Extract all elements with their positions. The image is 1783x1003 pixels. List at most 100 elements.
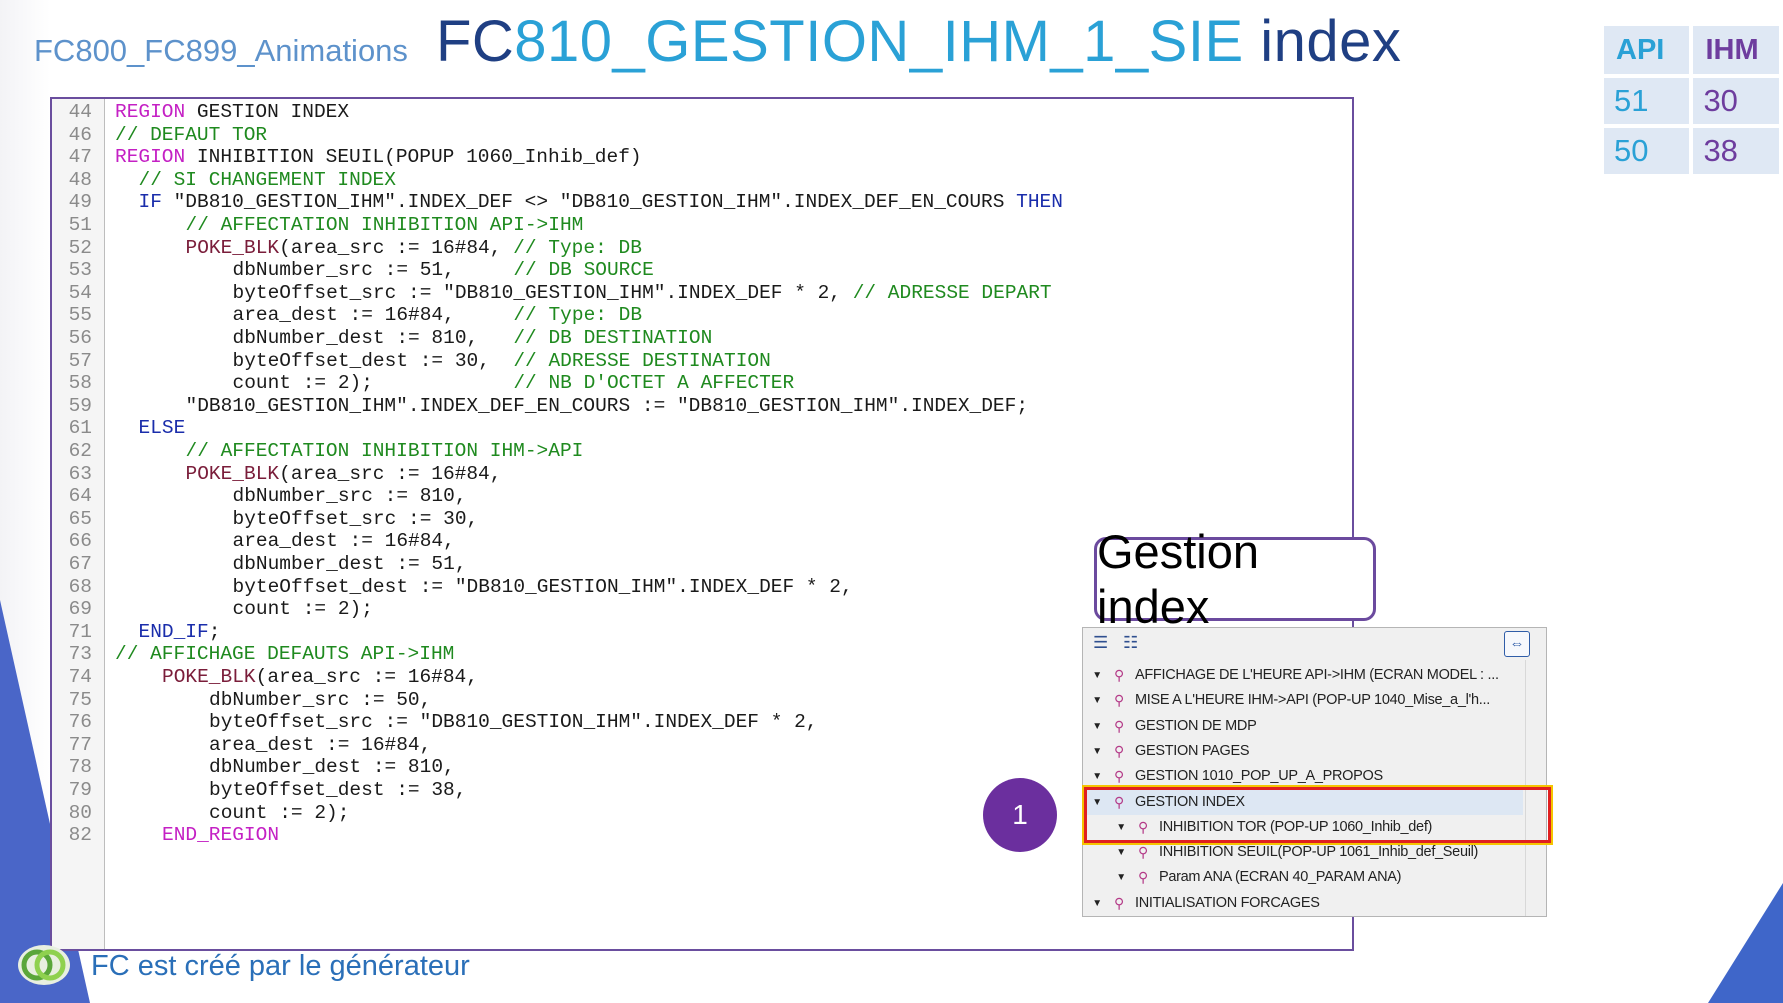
code-token: THEN (1016, 191, 1063, 214)
tree-toolbar: ☰ ☷ ⇔ (1083, 628, 1546, 660)
code-token: // NB D'OCTET A AFFECTER (513, 372, 795, 395)
title-prefix: FC (435, 9, 515, 74)
tree-item-label: INHIBITION SEUIL(POP-UP 1061_Inhib_def_S… (1159, 844, 1479, 861)
line-number: 52 (68, 236, 92, 259)
title-highlight: 810_GESTION_IHM_1_SIE (514, 9, 1244, 74)
code-token: byteOffset_dest := "DB810_GESTION_IHM".I… (232, 575, 853, 598)
line-number: 78 (68, 756, 92, 779)
code-token: byteOffset_src := "DB810_GESTION_IHM".IN… (209, 711, 818, 734)
expand-arrow-icon[interactable]: ▼ (1091, 739, 1103, 764)
code-token: // DEFAUT TOR (115, 123, 268, 146)
tree-item-label: INITIALISATION FORCAGES (1135, 894, 1320, 911)
fit-icon[interactable]: ⇔ (1504, 631, 1530, 657)
tree-item[interactable]: ▼ ⚲ GESTION 1010_POP_UP_A_PROPOS (1083, 764, 1523, 789)
code-text: END_IF; (139, 620, 221, 645)
code-token: // Type: DB (513, 304, 643, 327)
code-text: dbNumber_dest := 51, (233, 552, 467, 577)
code-token: // AFFICHAGE DEFAUTS API->IHM (115, 643, 455, 666)
slide-subtitle: FC800_FC899_Animations (34, 33, 408, 68)
tree-item-label: AFFICHAGE DE L'HEURE API->IHM (ECRAN MOD… (1135, 667, 1499, 683)
code-token: dbNumber_src := 810, (232, 485, 467, 508)
code-text: dbNumber_dest := 810, // DB DESTINATION (233, 326, 713, 351)
expand-arrow-icon[interactable]: ▼ (1091, 764, 1103, 789)
code-token: POKE_BLK (185, 462, 280, 485)
code-token: byteOffset_src := 30, (232, 507, 479, 530)
code-text: // SI CHANGEMENT INDEX (139, 168, 396, 193)
tree-item[interactable]: ▼ ⚲ Param ANA (ECRAN 40_PARAM ANA) (1083, 865, 1523, 890)
expand-arrow-icon[interactable]: ▼ (1115, 840, 1127, 865)
tree-item[interactable]: ▼ ⚲ GESTION PAGES (1083, 739, 1523, 764)
background-triangle-right (1708, 883, 1783, 1003)
tree-item[interactable]: ▼ ⚲ MISE A L'HEURE IHM->API (POP-UP 1040_M… (1083, 688, 1523, 713)
expand-arrow-icon[interactable]: ▼ (1115, 865, 1127, 890)
line-number: 75 (68, 688, 92, 711)
code-token: INHIBITION SEUIL(POPUP 1060_Inhib_def) (185, 146, 642, 169)
code-text: byteOffset_dest := 30, // ADRESSE DESTIN… (233, 349, 771, 374)
tree-item-label: GESTION 1010_POP_UP_A_PROPOS (1135, 768, 1383, 785)
line-number: 68 (68, 575, 92, 598)
line-number: 79 (68, 779, 92, 801)
region-icon: ⚲ (1114, 894, 1124, 911)
region-tree-panel[interactable]: ☰ ☷ ⇔ ▼ ⚲ AFFICHAGE DE L'HEURE API->IHM (E… (1082, 627, 1547, 917)
code-text: POKE_BLK(area_src := 16#84, (186, 462, 502, 487)
line-number: 74 (68, 666, 92, 688)
code-text: REGION GESTION INDEX (115, 100, 349, 125)
code-text: area_dest := 16#84, // Type: DB (233, 303, 643, 328)
code-token: GESTION INDEX (185, 101, 350, 123)
expand-arrow-icon[interactable]: ▼ (1091, 663, 1103, 688)
code-text: // DEFAUT TOR (115, 123, 267, 148)
code-text: POKE_BLK(area_src := 16#84, (162, 665, 478, 690)
region-icon: ⚲ (1138, 869, 1148, 886)
code-token: // AFFECTATION INHIBITION API->IHM (185, 214, 584, 236)
code-token: END_IF (138, 620, 209, 643)
code-text: // AFFECTATION INHIBITION IHM->API (186, 439, 584, 464)
line-number: 63 (68, 462, 92, 485)
code-token: POKE_BLK (185, 236, 280, 259)
region-icon: ⚲ (1114, 742, 1124, 759)
tree-item[interactable]: ▼ ⚲ GESTION DE MDP (1083, 714, 1523, 739)
line-number: 51 (68, 214, 92, 236)
code-token: count := 2); (209, 801, 350, 824)
code-text: dbNumber_src := 51, // DB SOURCE (233, 258, 654, 283)
expand-arrow-icon[interactable]: ▼ (1091, 891, 1103, 916)
code-text: byteOffset_dest := 38, (209, 778, 466, 803)
line-number: 76 (68, 711, 92, 734)
code-text: byteOffset_src := 30, (233, 507, 479, 532)
region-icon: ⚲ (1114, 667, 1124, 683)
tree-item[interactable]: ▼ ⚲ INITIALISATION FORCAGES (1083, 891, 1523, 916)
line-number: 48 (68, 168, 92, 191)
api-value: 50 (1604, 128, 1690, 174)
code-token: ELSE (138, 417, 186, 440)
expand-arrow-icon[interactable]: ▼ (1091, 714, 1103, 739)
footer-caption: FC est créé par le générateur (91, 950, 470, 982)
code-token: IF (138, 191, 162, 214)
code-token: // AFFECTATION INHIBITION IHM->API (185, 440, 584, 462)
code-token: (area_src := 16#84, (255, 666, 478, 688)
api-header: API (1604, 26, 1690, 74)
title-suffix: index (1243, 9, 1402, 74)
code-token: dbNumber_src := 50, (209, 688, 432, 711)
code-token: // ADRESSE DEPART (852, 281, 1052, 304)
collapse-all-icon[interactable]: ☰ (1093, 634, 1115, 652)
api-ihm-row: 50 38 (1604, 128, 1779, 174)
line-number: 82 (68, 824, 92, 847)
code-text: count := 2); (209, 801, 349, 826)
region-icon: ⚲ (1114, 692, 1124, 709)
tree-item[interactable]: ▼ ⚲ AFFICHAGE DE L'HEURE API->IHM (ECRAN M… (1083, 663, 1523, 688)
line-number: 44 (68, 101, 92, 123)
code-text: END_REGION (162, 823, 279, 848)
code-text: byteOffset_src := "DB810_GESTION_IHM".IN… (233, 281, 1052, 306)
line-number: 69 (68, 598, 92, 621)
line-number: 47 (68, 146, 92, 169)
api-ihm-header-row: API IHM (1604, 26, 1779, 74)
expand-arrow-icon[interactable]: ▼ (1091, 688, 1103, 713)
code-text: REGION INHIBITION SEUIL(POPUP 1060_Inhib… (115, 145, 642, 170)
tree-item[interactable]: ▼ ⚲ INHIBITION SEUIL(POP-UP 1061_Inhib_def… (1083, 840, 1523, 865)
line-number: 71 (68, 620, 92, 643)
expand-all-icon[interactable]: ☷ (1123, 634, 1145, 652)
code-token: REGION (115, 146, 186, 169)
ihm-value: 38 (1693, 128, 1779, 174)
tree-item-label: Param ANA (ECRAN 40_PARAM ANA) (1159, 869, 1402, 886)
code-text: area_dest := 16#84, (209, 733, 431, 758)
line-number: 49 (68, 191, 92, 214)
